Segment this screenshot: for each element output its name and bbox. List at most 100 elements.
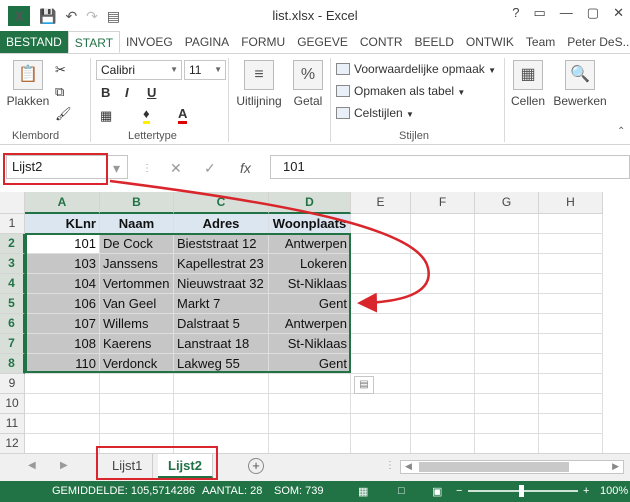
- zoom-level[interactable]: 100%: [600, 485, 628, 497]
- cell-a10[interactable]: [25, 394, 100, 414]
- cell-g6[interactable]: [475, 314, 539, 334]
- bold-button[interactable]: B: [101, 85, 110, 100]
- row-header-11[interactable]: 11: [0, 414, 25, 434]
- cell-h9[interactable]: [539, 374, 603, 394]
- enter-icon[interactable]: ✓: [204, 160, 216, 177]
- table-cell[interactable]: Nieuwstraat 32: [174, 274, 269, 294]
- select-all-corner[interactable]: [0, 192, 25, 214]
- cell-d10[interactable]: [269, 394, 351, 414]
- table-cell[interactable]: Bieststraat 12: [174, 234, 269, 254]
- cell-e2[interactable]: [351, 234, 411, 254]
- cell-h5[interactable]: [539, 294, 603, 314]
- row-header-7[interactable]: 7: [0, 334, 25, 354]
- user-account[interactable]: Peter DeS...: [561, 31, 630, 53]
- cell-h4[interactable]: [539, 274, 603, 294]
- table-cell[interactable]: Kaerens: [100, 334, 174, 354]
- cell-g4[interactable]: [475, 274, 539, 294]
- tab-view[interactable]: BEELD: [409, 31, 460, 53]
- table-cell[interactable]: 110: [25, 354, 100, 374]
- table-cell[interactable]: Lanstraat 18: [174, 334, 269, 354]
- font-size-select[interactable]: 11 ▼: [184, 60, 226, 80]
- add-sheet-icon[interactable]: +: [248, 458, 264, 474]
- cell-b12[interactable]: [100, 434, 174, 453]
- table-cell[interactable]: 108: [25, 334, 100, 354]
- column-header-e[interactable]: E: [351, 192, 411, 214]
- cell-e12[interactable]: [351, 434, 411, 453]
- table-cell[interactable]: De Cock: [100, 234, 174, 254]
- row-header-3[interactable]: 3: [0, 254, 25, 274]
- table-header-cell[interactable]: KLnr: [25, 214, 100, 234]
- cell-f9[interactable]: [411, 374, 475, 394]
- table-cell[interactable]: Kapellestrat 23: [174, 254, 269, 274]
- scrollbar-thumb[interactable]: [419, 462, 569, 472]
- quick-analysis-icon[interactable]: ▤: [354, 376, 374, 394]
- cell-f10[interactable]: [411, 394, 475, 414]
- scroll-right-icon[interactable]: ▶: [612, 461, 619, 472]
- italic-button[interactable]: I: [125, 85, 129, 100]
- cell-f11[interactable]: [411, 414, 475, 434]
- cell-h7[interactable]: [539, 334, 603, 354]
- tab-insert[interactable]: INVOEG: [120, 31, 179, 53]
- table-cell[interactable]: St-Niklaas: [269, 334, 351, 354]
- next-sheet-icon[interactable]: ▶: [60, 460, 68, 471]
- table-header-cell[interactable]: Adres: [174, 214, 269, 234]
- row-header-1[interactable]: 1: [0, 214, 25, 234]
- cell-b11[interactable]: [100, 414, 174, 434]
- cell-f1[interactable]: [411, 214, 475, 234]
- cell-e1[interactable]: [351, 214, 411, 234]
- help-icon[interactable]: ?: [512, 5, 519, 21]
- cell-b10[interactable]: [100, 394, 174, 414]
- ribbon-display-icon[interactable]: ▭: [534, 5, 546, 21]
- column-header-a[interactable]: A: [25, 192, 100, 214]
- cancel-icon[interactable]: ✕: [170, 160, 182, 177]
- tab-formulas[interactable]: FORMU: [235, 31, 291, 53]
- table-cell[interactable]: Gent: [269, 294, 351, 314]
- cell-g1[interactable]: [475, 214, 539, 234]
- tab-file[interactable]: BESTAND: [0, 31, 68, 53]
- format-painter-icon[interactable]: 🖌: [55, 106, 72, 122]
- cell-g7[interactable]: [475, 334, 539, 354]
- table-header-cell[interactable]: Woonplaats: [269, 214, 351, 234]
- sheet-tab-lijst1[interactable]: Lijst1: [102, 454, 154, 478]
- cut-icon[interactable]: ✂: [55, 62, 66, 78]
- collapse-ribbon-icon[interactable]: ⌃: [617, 126, 625, 137]
- horizontal-scrollbar[interactable]: ◀ ▶: [400, 460, 624, 474]
- cell-e6[interactable]: [351, 314, 411, 334]
- zoom-in-icon[interactable]: +: [583, 485, 589, 497]
- row-header-5[interactable]: 5: [0, 294, 25, 314]
- table-cell[interactable]: Antwerpen: [269, 314, 351, 334]
- cell-h1[interactable]: [539, 214, 603, 234]
- row-header-6[interactable]: 6: [0, 314, 25, 334]
- cell-f2[interactable]: [411, 234, 475, 254]
- cell-g2[interactable]: [475, 234, 539, 254]
- table-cell[interactable]: Verdonck: [100, 354, 174, 374]
- table-cell[interactable]: Janssens: [100, 254, 174, 274]
- table-cell[interactable]: Antwerpen: [269, 234, 351, 254]
- cell-g8[interactable]: [475, 354, 539, 374]
- column-header-h[interactable]: H: [539, 192, 603, 214]
- table-cell[interactable]: St-Niklaas: [269, 274, 351, 294]
- cells-button[interactable]: ▦ Cellen: [508, 60, 548, 108]
- fill-color-icon[interactable]: ♦: [143, 106, 150, 124]
- cell-h12[interactable]: [539, 434, 603, 453]
- cell-f8[interactable]: [411, 354, 475, 374]
- cell-g12[interactable]: [475, 434, 539, 453]
- row-header-9[interactable]: 9: [0, 374, 25, 394]
- cell-f5[interactable]: [411, 294, 475, 314]
- sheet-tab-lijst2[interactable]: Lijst2: [158, 454, 213, 478]
- cell-f6[interactable]: [411, 314, 475, 334]
- table-cell[interactable]: Dalstraat 5: [174, 314, 269, 334]
- table-cell[interactable]: 104: [25, 274, 100, 294]
- cell-e7[interactable]: [351, 334, 411, 354]
- underline-button[interactable]: U: [147, 85, 156, 100]
- cell-e3[interactable]: [351, 254, 411, 274]
- maximize-icon[interactable]: ▢: [587, 5, 599, 21]
- cell-h8[interactable]: [539, 354, 603, 374]
- cell-h10[interactable]: [539, 394, 603, 414]
- table-cell[interactable]: Lokeren: [269, 254, 351, 274]
- alignment-button[interactable]: ≡ Uitlijning: [232, 60, 286, 108]
- column-header-d[interactable]: D: [269, 192, 351, 214]
- column-header-g[interactable]: G: [475, 192, 539, 214]
- prev-sheet-icon[interactable]: ◀: [28, 460, 36, 471]
- number-format-button[interactable]: % Getal: [290, 60, 326, 108]
